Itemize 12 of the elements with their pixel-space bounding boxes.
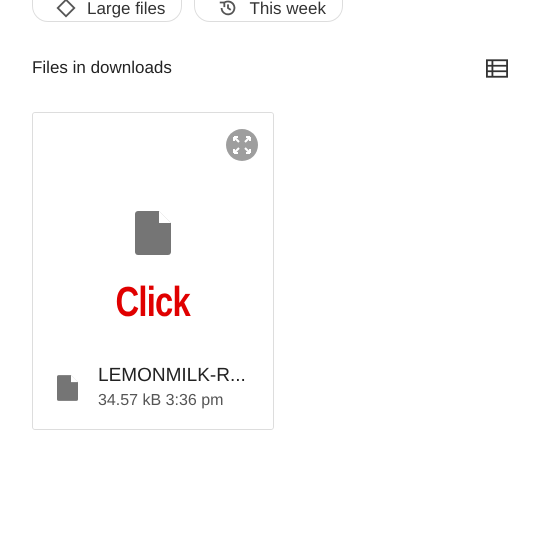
section-title: Files in downloads [32, 58, 172, 78]
overlay-caption: Click [116, 281, 190, 323]
file-details: 34.57 kB 3:36 pm [98, 392, 224, 410]
file-card[interactable]: Click LEMONMILK-R... 34.57 kB 3:36 pm [32, 112, 274, 430]
filter-chip[interactable]: Large files [32, 0, 182, 22]
file-name: LEMONMILK-R... [98, 365, 246, 387]
list-view-icon[interactable] [486, 58, 508, 78]
diamond-icon [55, 0, 77, 19]
expand-icon[interactable] [226, 129, 258, 161]
file-icon [135, 211, 171, 255]
filter-chip[interactable]: This week [194, 0, 343, 22]
file-icon [57, 374, 78, 400]
